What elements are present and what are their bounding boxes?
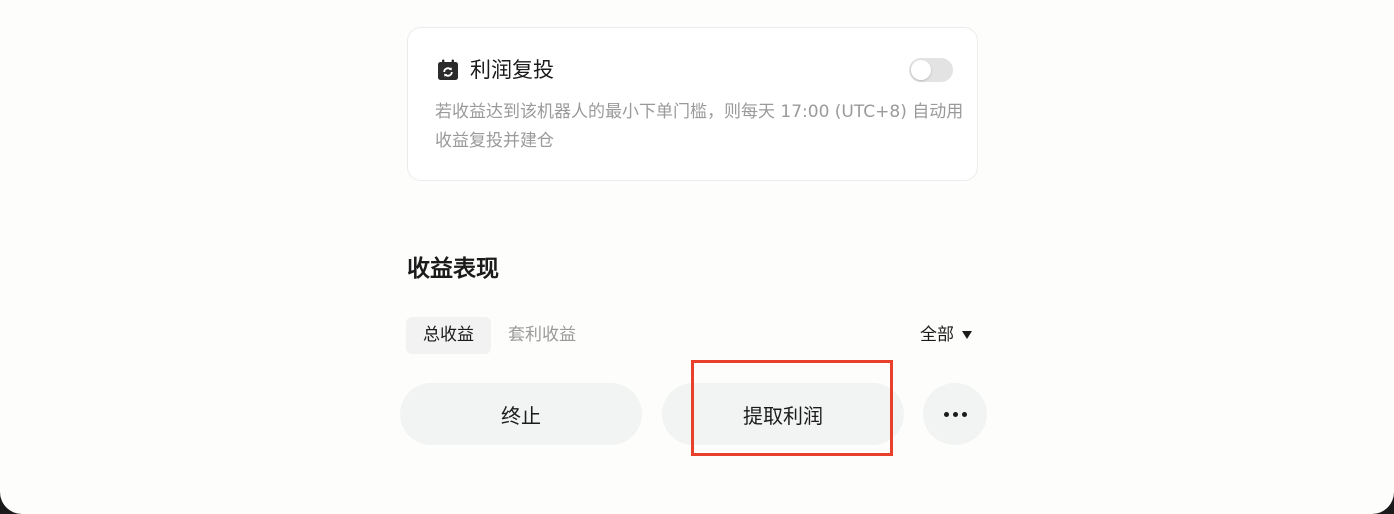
app-frame: 利润复投 若收益达到该机器人的最小下单门槛，则每天 17:00 (UTC+8) … <box>0 0 1394 514</box>
stop-button[interactable]: 终止 <box>400 383 642 445</box>
more-options-button[interactable] <box>923 383 987 445</box>
withdraw-profit-label: 提取利润 <box>743 403 823 428</box>
withdraw-profit-button[interactable]: 提取利润 <box>662 383 904 445</box>
reinvest-toggle[interactable] <box>909 58 953 82</box>
performance-tabs: 总收益 套利收益 <box>406 317 593 354</box>
reinvest-description: 若收益达到该机器人的最小下单门槛，则每天 17:00 (UTC+8) 自动用收益… <box>435 102 964 151</box>
performance-title: 收益表现 <box>407 256 499 282</box>
more-dots-icon <box>943 411 967 417</box>
tab-arbitrage-profit[interactable]: 套利收益 <box>491 317 593 354</box>
reinvest-header: 利润复投 <box>436 56 554 84</box>
tab-total-profit[interactable]: 总收益 <box>406 317 491 354</box>
range-filter-dropdown[interactable]: 全部 <box>920 322 972 348</box>
stop-button-label: 终止 <box>501 403 541 428</box>
range-filter-label: 全部 <box>920 325 954 345</box>
reinvest-title: 利润复投 <box>470 58 554 82</box>
caret-down-icon <box>962 331 972 339</box>
reinvest-card: 利润复投 若收益达到该机器人的最小下单门槛，则每天 17:00 (UTC+8) … <box>407 27 978 181</box>
calendar-refresh-icon <box>438 59 458 80</box>
toggle-knob <box>911 60 931 80</box>
